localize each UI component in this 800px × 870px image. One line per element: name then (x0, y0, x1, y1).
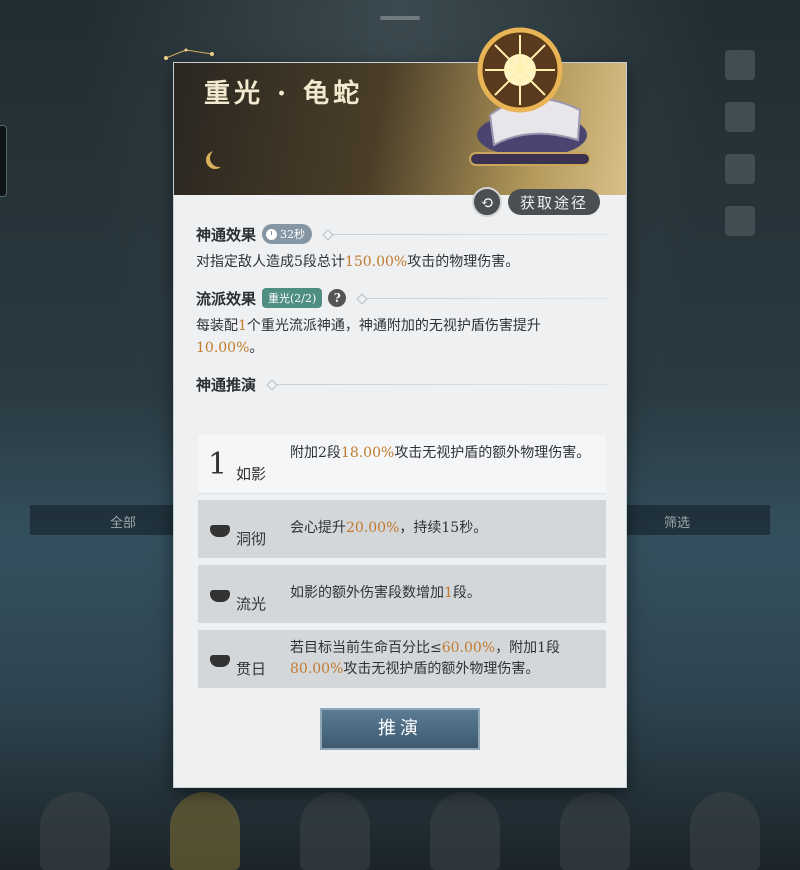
school-heading: 流派效果 (196, 289, 257, 308)
character-portrait (170, 792, 240, 870)
left-edge-tab[interactable] (0, 125, 7, 197)
deduction-node-list[interactable]: 1 如影 附加2段18.00%攻击无视护盾的额外物理伤害。 洞彻 会心提升20.… (198, 435, 606, 695)
drag-handle[interactable] (380, 16, 420, 20)
character-portrait (300, 792, 370, 870)
moon-icon (210, 149, 228, 167)
character-portrait (430, 792, 500, 870)
effect-section-title: 神通效果 32秒 (196, 223, 608, 245)
section-divider (358, 297, 608, 299)
character-portrait (690, 792, 760, 870)
lock-icon (210, 655, 230, 667)
deduction-heading: 神通推演 (196, 375, 257, 394)
effect-value: 150.00% (344, 254, 408, 270)
school-badge: 重光(2/2) (262, 288, 323, 308)
node-description: 若目标当前生命百分比≤60.00%，附加1段80.00%攻击无视护盾的额外物理伤… (290, 640, 561, 677)
refresh-icon[interactable]: ⟲ (472, 187, 502, 217)
clock-icon (266, 228, 278, 240)
cooldown-value: 32秒 (280, 228, 306, 241)
side-menu-icon (725, 154, 755, 184)
background-band-label-left: 全部 (110, 516, 137, 531)
lock-icon (210, 590, 230, 602)
section-divider (324, 233, 608, 235)
emblem-icon (469, 27, 590, 166)
skill-title: 重光 · 龟蛇 (204, 79, 364, 109)
deduction-section-title: 神通推演 (196, 373, 608, 395)
character-portrait (40, 792, 110, 870)
node-description: 附加2段18.00%攻击无视护盾的额外物理伤害。 (290, 445, 591, 461)
cooldown-badge: 32秒 (262, 224, 313, 244)
school-description: 每装配1个重光流派神通，神通附加的无视护盾伤害提升10.00%。 (196, 318, 541, 356)
node-name: 流光 (236, 595, 267, 613)
effect-heading: 神通效果 (196, 225, 257, 244)
deduction-node-3[interactable]: 流光 如影的额外伤害段数增加1段。 (198, 565, 606, 623)
deduce-button[interactable]: 推演 (320, 708, 480, 750)
node-number: 1 (208, 447, 228, 482)
node-description: 如影的额外伤害段数增加1段。 (290, 585, 481, 601)
side-menu-icon (725, 102, 755, 132)
node-description: 会心提升20.00%，持续15秒。 (290, 520, 488, 536)
background-character-bar (40, 780, 760, 870)
background-band-label-right: 筛选 (663, 516, 690, 531)
skill-info: 神通效果 32秒 对指定敌人造成5段总计150.00%攻击的物理伤害。 流派效果… (196, 223, 608, 395)
node-name: 如影 (236, 465, 267, 483)
help-icon[interactable]: ? (328, 289, 347, 307)
effect-description: 对指定敌人造成5段总计150.00%攻击的物理伤害。 (196, 254, 520, 270)
deduction-node-4[interactable]: 贯日 若目标当前生命百分比≤60.00%，附加1段80.00%攻击无视护盾的额外… (198, 630, 606, 688)
side-menu-icon (725, 206, 755, 236)
node-name: 贯日 (236, 660, 267, 678)
deduction-node-1[interactable]: 1 如影 附加2段18.00%攻击无视护盾的额外物理伤害。 (198, 435, 606, 493)
lock-icon (210, 525, 230, 537)
background-side-menu (710, 50, 770, 258)
acquire-group: ⟲ 获取途径 (472, 187, 601, 217)
side-menu-icon (725, 50, 755, 80)
deduction-node-2[interactable]: 洞彻 会心提升20.00%，持续15秒。 (198, 500, 606, 558)
node-name: 洞彻 (236, 530, 267, 548)
character-portrait (560, 792, 630, 870)
school-section-title: 流派效果 重光(2/2) ? (196, 287, 608, 309)
acquire-source-button[interactable]: 获取途径 (508, 189, 601, 215)
section-divider (268, 383, 608, 385)
